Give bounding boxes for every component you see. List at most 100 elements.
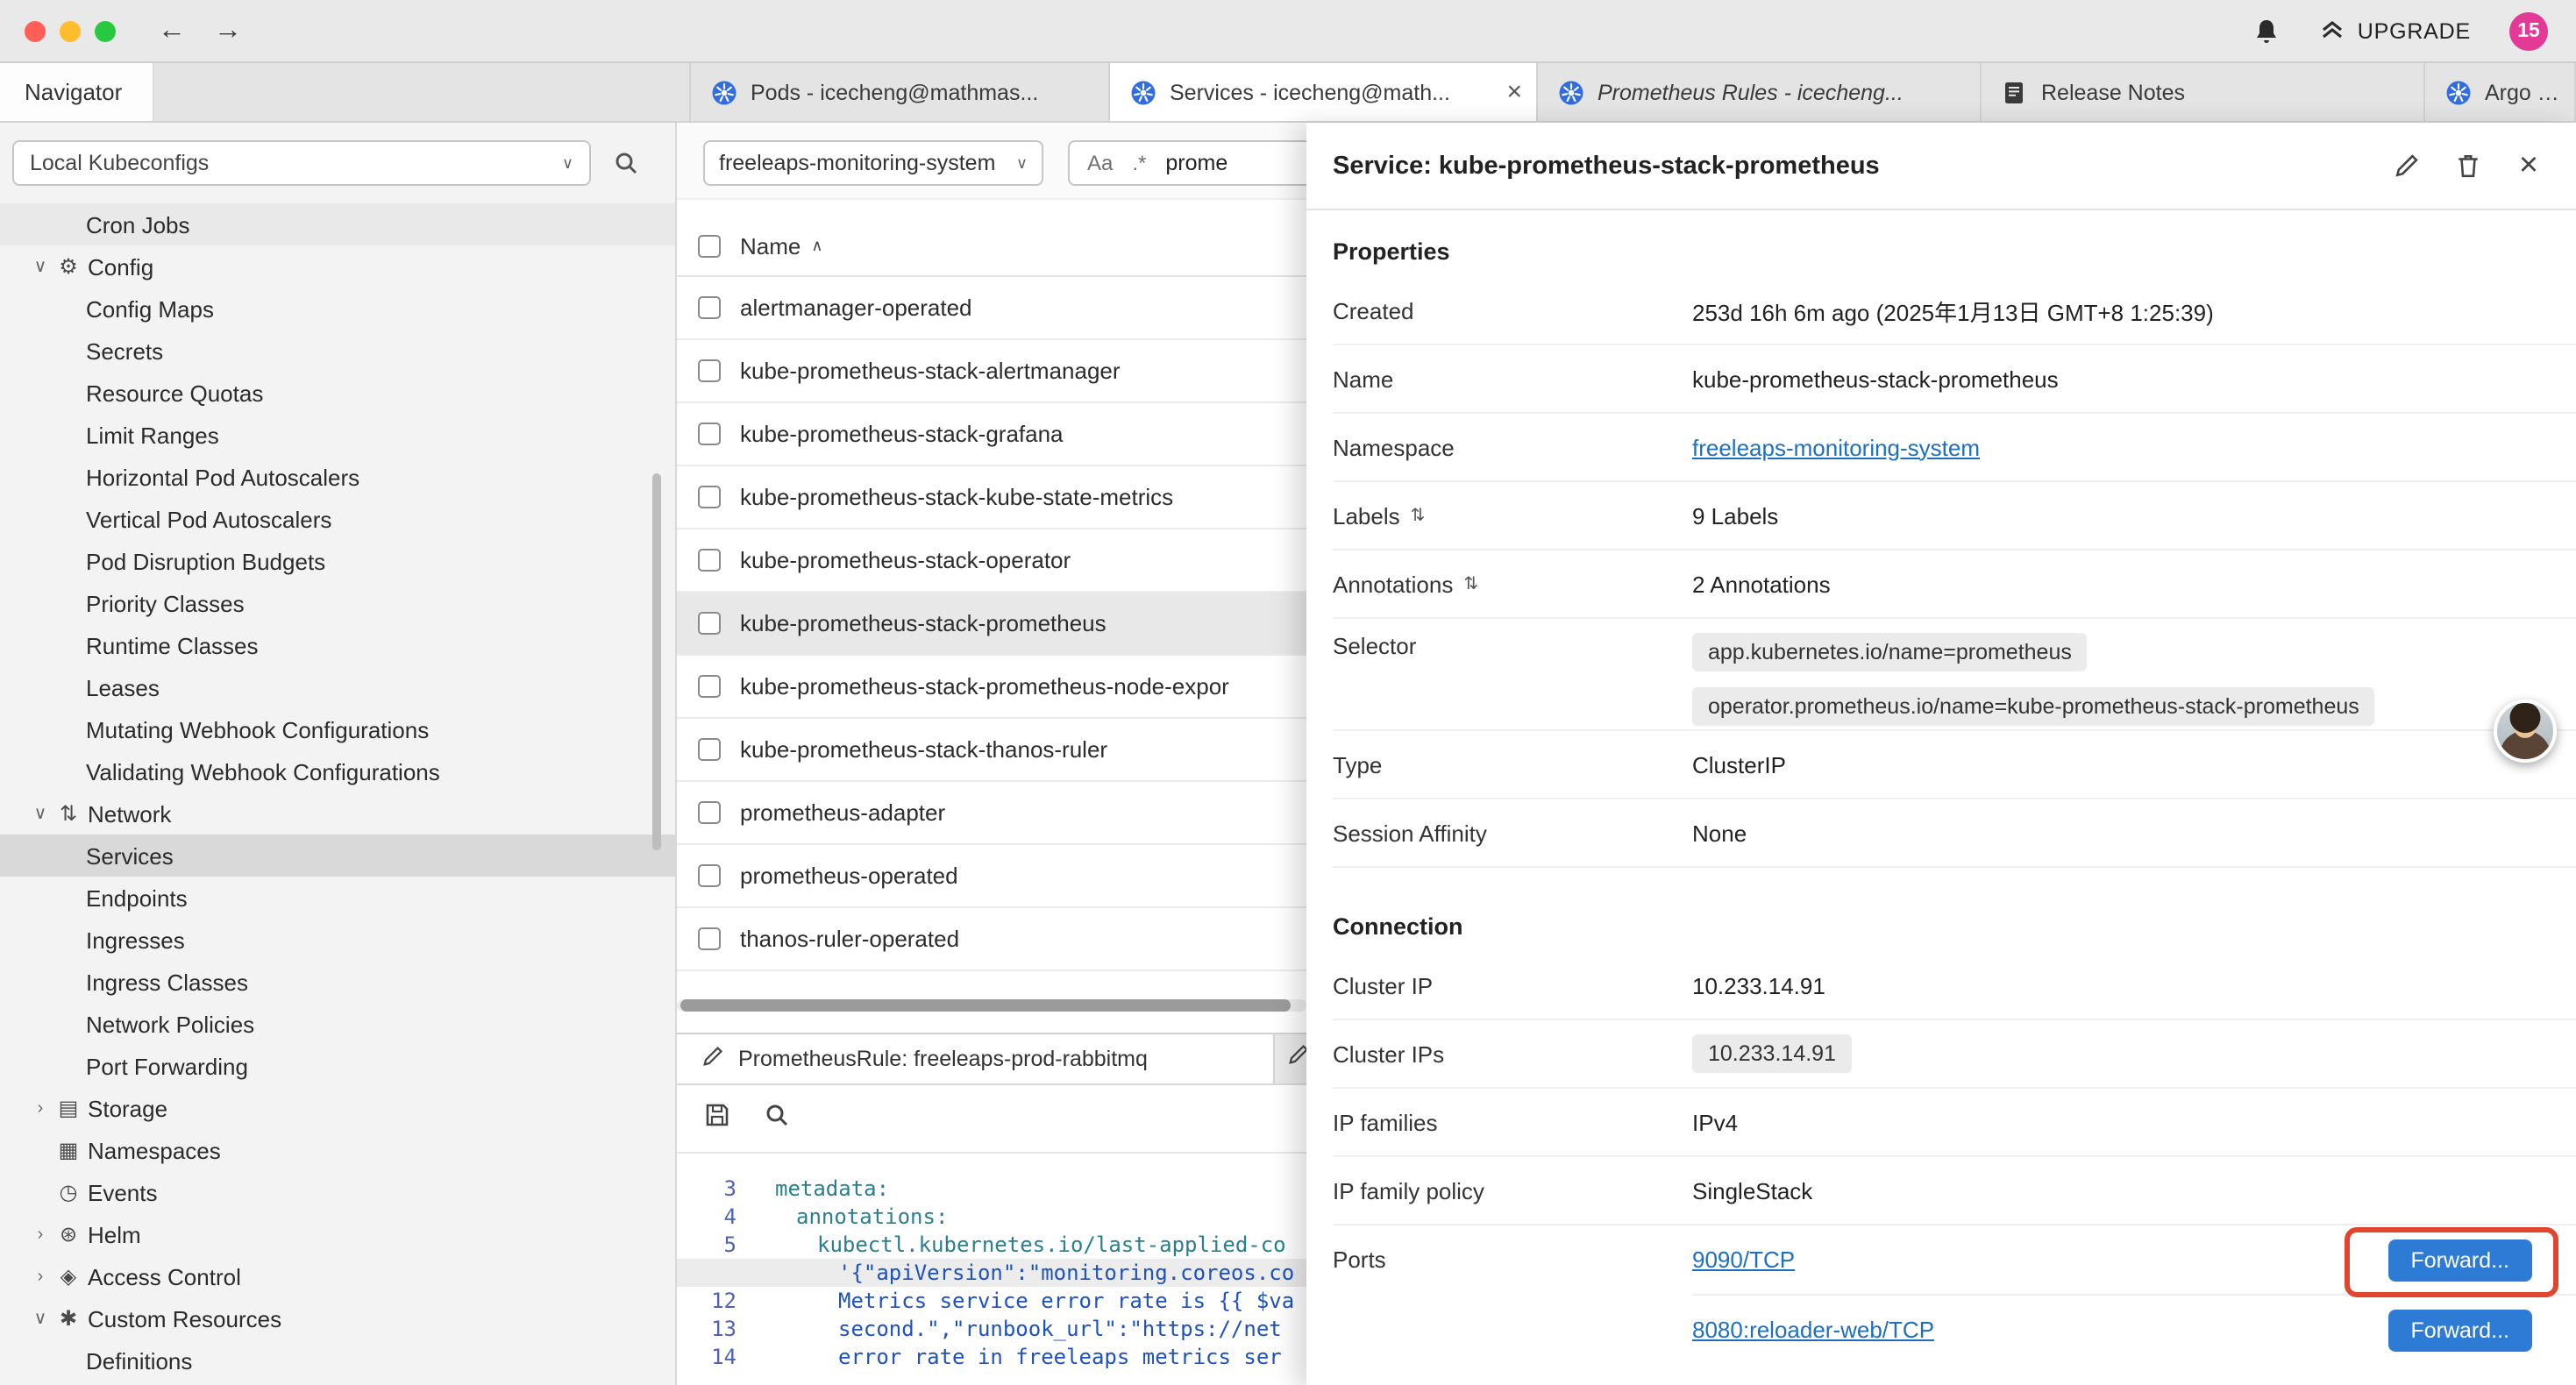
- sidebar-item-priority-classes[interactable]: Priority Classes: [0, 582, 677, 624]
- yaml-editor[interactable]: 3metadata:4annotations:5kubectl.kubernet…: [677, 1154, 1306, 1385]
- sidebar-item-network-policies[interactable]: Network Policies: [0, 1003, 677, 1045]
- namespace-filter-dropdown[interactable]: freeleaps-monitoring-system ∨: [703, 140, 1043, 186]
- editor-tab[interactable]: PrometheusRule: freeleaps-prod-rabbitmq: [677, 1034, 1275, 1083]
- sidebar-item-mutating-webhook-configurations[interactable]: Mutating Webhook Configurations: [0, 708, 677, 750]
- name-column-header[interactable]: Name: [740, 233, 801, 259]
- regex-toggle[interactable]: .*: [1132, 151, 1146, 175]
- port-link[interactable]: 9090/TCP: [1692, 1246, 1795, 1273]
- tab-3[interactable]: Prometheus Rules - icecheng...: [1538, 63, 1982, 121]
- delete-icon[interactable]: [2451, 150, 2483, 181]
- edit-icon[interactable]: [2390, 150, 2422, 181]
- editor-line[interactable]: 4annotations:: [677, 1203, 1306, 1231]
- select-all-checkbox[interactable]: [698, 235, 721, 258]
- sidebar-item-services[interactable]: Services: [0, 835, 677, 877]
- table-row[interactable]: kube-prometheus-stack-operator: [677, 529, 1306, 593]
- row-checkbox[interactable]: [698, 738, 721, 761]
- sidebar-item-secrets[interactable]: Secrets: [0, 330, 677, 372]
- sidebar-item-port-forwarding[interactable]: Port Forwarding: [0, 1045, 677, 1087]
- sidebar-item-pod-disruption-budgets[interactable]: Pod Disruption Budgets: [0, 540, 677, 582]
- chevron-right-icon[interactable]: ›: [28, 1225, 53, 1244]
- table-row[interactable]: prometheus-adapter: [677, 782, 1306, 845]
- row-checkbox[interactable]: [698, 486, 721, 508]
- row-checkbox[interactable]: [698, 612, 721, 635]
- sidebar-item-cron-jobs[interactable]: Cron Jobs: [0, 203, 677, 245]
- match-case-toggle[interactable]: Aa: [1087, 151, 1113, 175]
- sidebar-item-config[interactable]: ∨⚙Config: [0, 245, 677, 288]
- search-input[interactable]: [1165, 151, 1306, 175]
- sidebar-item-storage[interactable]: ›▤Storage: [0, 1087, 677, 1129]
- editor-line[interactable]: 14error rate in freeleaps metrics ser: [677, 1343, 1306, 1371]
- sidebar-item-config-maps[interactable]: Config Maps: [0, 288, 677, 330]
- forward-arrow-icon[interactable]: →: [214, 17, 242, 45]
- sidebar-item-helm[interactable]: ›⊛Helm: [0, 1213, 677, 1255]
- sidebar-item-definitions[interactable]: Definitions: [0, 1339, 677, 1381]
- expand-collapse-icon[interactable]: ⇅: [1463, 574, 1478, 593]
- zoom-window-button[interactable]: [95, 20, 116, 41]
- sidebar-item-endpoints[interactable]: Endpoints: [0, 877, 677, 919]
- notification-bell-icon[interactable]: [2251, 15, 2282, 46]
- editor-line[interactable]: 3metadata:: [677, 1175, 1306, 1203]
- sidebar-scrollbar[interactable]: [652, 473, 661, 850]
- sidebar-item-runtime-classes[interactable]: Runtime Classes: [0, 624, 677, 666]
- row-checkbox[interactable]: [698, 549, 721, 572]
- row-checkbox[interactable]: [698, 675, 721, 698]
- sidebar-item-horizontal-pod-autoscalers[interactable]: Horizontal Pod Autoscalers: [0, 456, 677, 498]
- chevron-down-icon[interactable]: ∨: [28, 804, 53, 823]
- chevron-right-icon[interactable]: ›: [28, 1267, 53, 1286]
- close-tab-icon[interactable]: ×: [1496, 77, 1522, 107]
- upgrade-button[interactable]: UPGRADE: [2321, 16, 2471, 46]
- sidebar-item-ingresses[interactable]: Ingresses: [0, 919, 677, 961]
- sidebar-item-leases[interactable]: Leases: [0, 666, 677, 708]
- table-row[interactable]: kube-prometheus-stack-alertmanager: [677, 340, 1306, 403]
- namespace-link[interactable]: freeleaps-monitoring-system: [1692, 434, 1980, 460]
- editor-search-icon[interactable]: [765, 1102, 789, 1135]
- port-link[interactable]: 8080:reloader-web/TCP: [1692, 1317, 1934, 1343]
- tab-1[interactable]: Pods - icecheng@mathmas...: [689, 63, 1110, 121]
- table-row[interactable]: kube-prometheus-stack-thanos-ruler: [677, 719, 1306, 782]
- table-row[interactable]: kube-prometheus-stack-grafana: [677, 403, 1306, 466]
- kubeconfig-selector[interactable]: Local Kubeconfigs ∨: [12, 140, 591, 186]
- forward-button[interactable]: Forward...: [2387, 1309, 2532, 1351]
- table-row[interactable]: kube-prometheus-stack-prometheus: [677, 593, 1306, 656]
- close-window-button[interactable]: [25, 20, 46, 41]
- row-checkbox[interactable]: [698, 801, 721, 824]
- expand-collapse-icon[interactable]: ⇅: [1411, 506, 1426, 525]
- row-checkbox[interactable]: [698, 864, 721, 887]
- table-row[interactable]: kube-prometheus-stack-prometheus-node-ex…: [677, 656, 1306, 719]
- editor-tab-partial[interactable]: [1277, 1034, 1306, 1083]
- close-drawer-icon[interactable]: ×: [2513, 150, 2544, 181]
- back-arrow-icon[interactable]: ←: [158, 17, 186, 45]
- editor-line[interactable]: 5kubectl.kubernetes.io/last-applied-co: [677, 1231, 1306, 1259]
- sidebar-item-limit-ranges[interactable]: Limit Ranges: [0, 414, 677, 456]
- row-checkbox[interactable]: [698, 423, 721, 445]
- save-icon[interactable]: [705, 1102, 729, 1135]
- sidebar-search-icon[interactable]: [614, 151, 638, 175]
- row-checkbox[interactable]: [698, 927, 721, 950]
- sidebar-item-events[interactable]: ◷Events: [0, 1171, 677, 1213]
- table-row[interactable]: prometheus-operated: [677, 845, 1306, 908]
- forward-button[interactable]: Forward...: [2387, 1239, 2532, 1281]
- editor-line[interactable]: 12Metrics service error rate is {{ $va: [677, 1287, 1306, 1315]
- avatar[interactable]: [2494, 700, 2557, 763]
- sidebar-item-resource-quotas[interactable]: Resource Quotas: [0, 372, 677, 414]
- sidebar-item-namespaces[interactable]: ▦Namespaces: [0, 1129, 677, 1171]
- chevron-down-icon[interactable]: ∨: [28, 1309, 53, 1328]
- sidebar-item-access-control[interactable]: ›◈Access Control: [0, 1255, 677, 1297]
- chevron-right-icon[interactable]: ›: [28, 1098, 53, 1118]
- notification-count-badge[interactable]: 15: [2509, 11, 2548, 50]
- table-row[interactable]: kube-prometheus-stack-kube-state-metrics: [677, 466, 1306, 529]
- table-row[interactable]: alertmanager-operated: [677, 277, 1306, 340]
- table-row[interactable]: thanos-ruler-operated: [677, 908, 1306, 971]
- tab-2[interactable]: Services - icecheng@math...×: [1110, 63, 1538, 121]
- editor-line[interactable]: '{"apiVersion":"monitoring.coreos.co: [677, 1259, 1306, 1287]
- tab-4[interactable]: Release Notes: [1982, 63, 2425, 121]
- tab-5[interactable]: Argo Se: [2425, 63, 2576, 121]
- chevron-down-icon[interactable]: ∨: [28, 257, 53, 276]
- sidebar-item-validating-webhook-configurations[interactable]: Validating Webhook Configurations: [0, 750, 677, 792]
- minimize-window-button[interactable]: [60, 20, 81, 41]
- sidebar-item-ingress-classes[interactable]: Ingress Classes: [0, 961, 677, 1003]
- editor-line[interactable]: 13second.","runbook_url":"https://net: [677, 1315, 1306, 1343]
- sidebar-item-vertical-pod-autoscalers[interactable]: Vertical Pod Autoscalers: [0, 498, 677, 540]
- horizontal-scrollbar-thumb[interactable]: [680, 999, 1291, 1012]
- row-checkbox[interactable]: [698, 359, 721, 382]
